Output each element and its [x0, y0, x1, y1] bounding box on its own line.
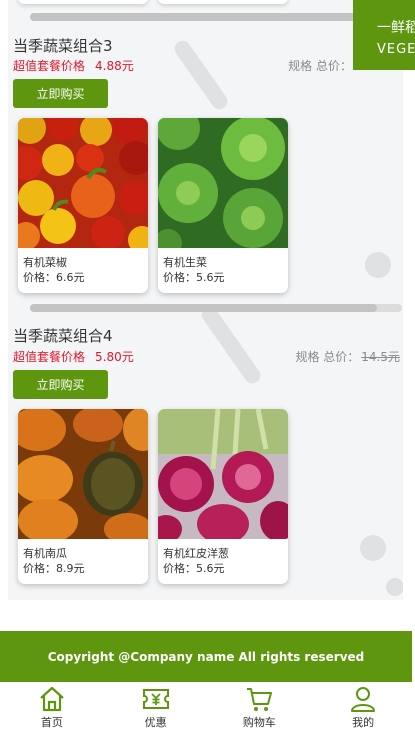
product-cards: 有机南瓜 价格：8.9元 有机红皮洋葱 价格：5.6元 — [18, 409, 288, 584]
product-card[interactable]: 有机红皮洋葱 价格：5.6元 — [158, 409, 288, 584]
page: 当季蔬菜组合3 超值套餐价格 4.88元 规格 总价： 立即购买 有机菜椒 价格… — [0, 0, 415, 730]
lettuce-image — [158, 118, 288, 248]
original-price: 14.5元 — [361, 350, 400, 364]
banner-line2: VEGETABLE — [377, 42, 415, 57]
buy-now-button[interactable]: 立即购买 — [13, 370, 108, 399]
background-decoration — [198, 303, 264, 387]
product-price: 价格：5.6元 — [163, 562, 225, 575]
background-decoration — [386, 578, 403, 596]
promo-label: 超值套餐价格 — [13, 350, 86, 364]
banner-line1: 一鲜稻 — [377, 20, 415, 36]
bell-peppers-image — [18, 118, 148, 248]
tab-profile[interactable]: 我的 — [311, 682, 415, 730]
product-name: 有机生菜 — [163, 256, 207, 269]
product-list: 当季蔬菜组合3 超值套餐价格 4.88元 规格 总价： 立即购买 有机菜椒 价格… — [8, 0, 403, 600]
background-decoration — [365, 252, 391, 278]
horizontal-scrollbar[interactable] — [30, 304, 402, 312]
promo-value: 4.88元 — [95, 59, 134, 73]
tab-label: 购物车 — [242, 716, 276, 729]
brand-banner[interactable]: 一鲜稻 VEGETABLE — [353, 0, 415, 70]
total-label: 规格 总价： — [295, 350, 360, 364]
background-decoration — [360, 535, 386, 561]
tab-cart[interactable]: 购物车 — [208, 682, 312, 730]
promo-label: 超值套餐价格 — [13, 59, 86, 73]
background-decoration — [171, 37, 231, 113]
coupon-icon — [142, 689, 169, 709]
total-price: 规格 总价： — [288, 57, 352, 74]
total-label: 规格 总价： — [288, 59, 352, 73]
previous-card[interactable] — [18, 0, 148, 4]
buy-now-button[interactable]: 立即购买 — [13, 79, 108, 108]
horizontal-scrollbar[interactable] — [30, 13, 402, 21]
user-icon — [351, 687, 376, 712]
cart-icon — [247, 688, 273, 711]
scrollbar-thumb[interactable] — [30, 13, 377, 21]
promo-value: 5.80元 — [95, 350, 134, 364]
tab-coupon[interactable]: 优惠 — [104, 682, 208, 730]
product-price: 价格：5.6元 — [163, 271, 225, 284]
product-cards: 有机菜椒 价格：6.6元 有机生菜 价格：5.6元 — [18, 118, 288, 293]
product-name: 有机菜椒 — [23, 256, 67, 269]
tab-label: 首页 — [40, 716, 63, 729]
group-title: 当季蔬菜组合3 — [13, 37, 113, 55]
tab-label: 优惠 — [144, 716, 167, 729]
footer: Copyright @Company name All rights reser… — [0, 631, 412, 682]
tab-home[interactable]: 首页 — [0, 682, 104, 730]
product-name: 有机南瓜 — [23, 547, 67, 560]
group-title: 当季蔬菜组合4 — [13, 327, 113, 345]
copyright-text: Copyright @Company name All rights reser… — [47, 649, 365, 664]
product-name: 有机红皮洋葱 — [163, 547, 229, 560]
product-card[interactable]: 有机南瓜 价格：8.9元 — [18, 409, 148, 584]
tab-label: 我的 — [352, 716, 375, 729]
product-card[interactable]: 有机菜椒 价格：6.6元 — [18, 118, 148, 293]
promo-price: 超值套餐价格 5.80元 — [13, 348, 134, 365]
scrollbar-thumb[interactable] — [30, 304, 377, 312]
red-onions-image — [158, 409, 288, 539]
promo-price: 超值套餐价格 4.88元 — [13, 57, 134, 74]
product-price: 价格：8.9元 — [23, 562, 85, 575]
home-icon — [40, 686, 64, 712]
total-price: 规格 总价： 14.5元 — [295, 348, 400, 365]
previous-card[interactable] — [158, 0, 288, 4]
product-card[interactable]: 有机生菜 价格：5.6元 — [158, 118, 288, 293]
pumpkins-image — [18, 409, 148, 539]
bottom-tab-bar: 首页 优惠 购物车 我的 — [0, 682, 415, 730]
product-price: 价格：6.6元 — [23, 271, 85, 284]
